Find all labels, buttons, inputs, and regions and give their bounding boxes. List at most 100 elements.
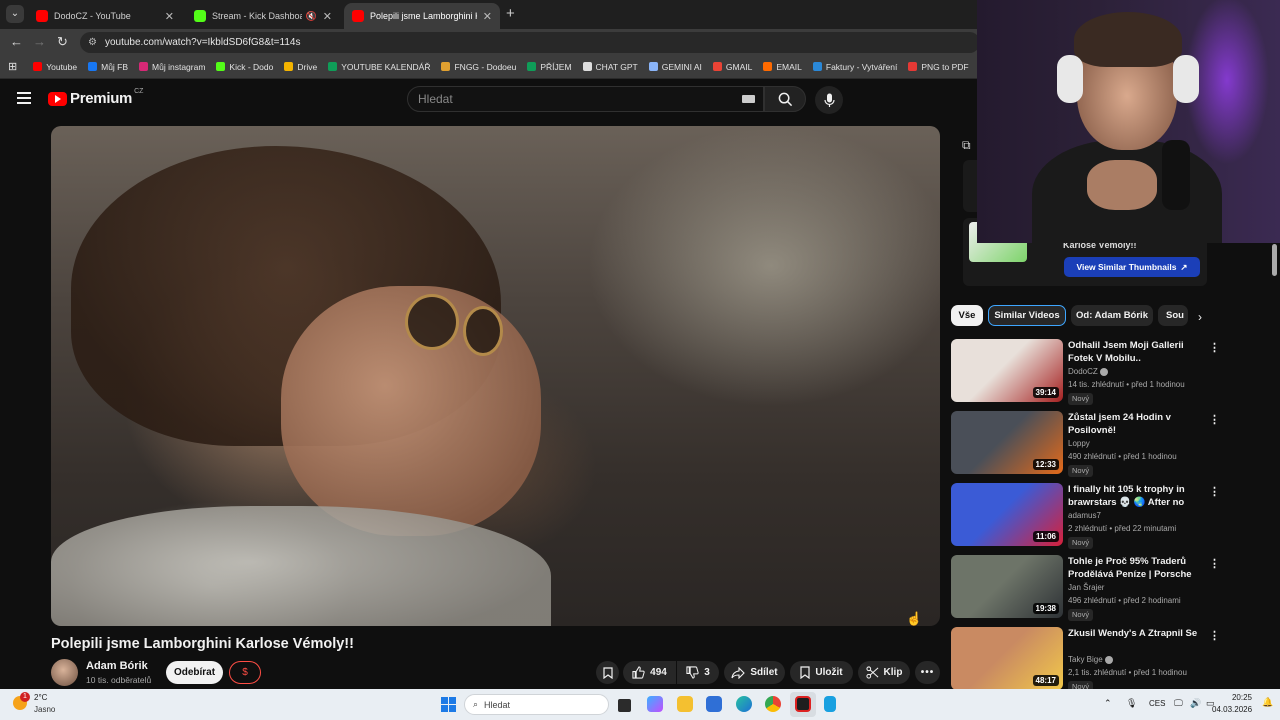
- close-tab-icon[interactable]: ✕: [165, 10, 174, 23]
- recommended-channel-name[interactable]: Jan Šrajer: [1068, 583, 1104, 592]
- bookmark-item[interactable]: PŘÍJEM: [527, 62, 572, 72]
- more-actions-button[interactable]: •••: [915, 661, 940, 684]
- voice-search-button[interactable]: [815, 86, 843, 114]
- recommended-video-title[interactable]: Tohle je Proč 95% Traderů Prodělává Pení…: [1068, 555, 1206, 581]
- notepad-app-icon[interactable]: [824, 696, 836, 712]
- recommended-channel-name[interactable]: Loppy: [1068, 439, 1090, 448]
- capcut-app-icon[interactable]: [795, 696, 811, 712]
- chip-related[interactable]: Sou: [1158, 305, 1188, 326]
- close-tab-icon[interactable]: ✕: [323, 10, 332, 23]
- bookmark-item[interactable]: FNGG - Dodoeu: [441, 62, 516, 72]
- save-button[interactable]: Uložit: [790, 661, 853, 684]
- keyboard-icon[interactable]: [742, 95, 755, 103]
- clip-button[interactable]: Klip: [858, 661, 910, 684]
- muted-speaker-icon[interactable]: 🔇: [306, 11, 317, 22]
- microsoft-store-icon[interactable]: [706, 696, 722, 712]
- video-thumbnail[interactable]: 19:38: [951, 555, 1063, 618]
- chrome-browser-icon[interactable]: [765, 696, 781, 712]
- search-button[interactable]: [764, 86, 806, 112]
- donate-button[interactable]: $: [229, 661, 261, 684]
- recommended-channel-name[interactable]: DodoCZ: [1068, 367, 1108, 376]
- task-view-icon[interactable]: [618, 699, 631, 712]
- chip-similar-videos[interactable]: Similar Videos: [988, 305, 1066, 326]
- recommended-channel-name[interactable]: adamus7: [1068, 511, 1101, 520]
- input-language[interactable]: CES: [1149, 699, 1165, 708]
- copilot-icon[interactable]: [647, 696, 663, 712]
- recommended-video-title[interactable]: Zkusil Wendy's A Ztrapnil Se: [1068, 627, 1206, 640]
- tab-dodocz-youtube[interactable]: DodoCZ - YouTube ✕: [28, 3, 182, 29]
- bookmark-item[interactable]: CHAT GPT: [582, 62, 638, 72]
- channel-name[interactable]: Adam Bórik: [86, 660, 148, 672]
- clock-date[interactable]: 04.03.2026: [1212, 705, 1252, 714]
- reload-icon[interactable]: ↻: [57, 34, 68, 50]
- bookmark-item[interactable]: YOUTUBE KALENDÁŘ: [328, 62, 430, 72]
- more-vertical-icon[interactable]: ⋮: [1209, 413, 1220, 426]
- hamburger-menu-icon[interactable]: [17, 92, 31, 107]
- url-field[interactable]: ⚙ youtube.com/watch?v=IkbldSD6fG8&t=114s: [80, 32, 980, 53]
- tray-chevron-up-icon[interactable]: ⌃: [1104, 698, 1112, 709]
- recommended-video-title[interactable]: I finally hit 105 k trophy in brawrstars…: [1068, 483, 1206, 509]
- new-tab-plus-icon[interactable]: +: [506, 5, 515, 22]
- channel-avatar[interactable]: [51, 659, 78, 686]
- recommended-video-title[interactable]: Zůstal jsem 24 Hodin v Posilovně!: [1068, 411, 1206, 437]
- search-input[interactable]: Hledat: [407, 86, 764, 112]
- back-arrow-icon[interactable]: ←: [10, 34, 23, 49]
- scrollbar-thumb[interactable]: [1272, 244, 1277, 276]
- recommended-video[interactable]: 19:38 Tohle je Proč 95% Traderů Prodělává…: [951, 555, 1221, 621]
- bookmark-item[interactable]: Kick - Dodo: [216, 62, 273, 72]
- close-tab-icon[interactable]: ✕: [483, 10, 492, 23]
- more-vertical-icon[interactable]: ⋮: [1209, 557, 1220, 570]
- bookmark-item[interactable]: Faktury - Vytváření: [812, 62, 897, 72]
- site-info-icon[interactable]: ⚙: [88, 37, 97, 48]
- volume-icon[interactable]: 🔊: [1190, 698, 1201, 709]
- chevron-right-icon[interactable]: ›: [1198, 310, 1202, 324]
- bookmark-item[interactable]: GMAIL: [712, 62, 752, 72]
- start-windows-icon[interactable]: [441, 697, 456, 712]
- dislike-button[interactable]: 3: [677, 661, 719, 684]
- more-vertical-icon[interactable]: ⋮: [1209, 341, 1220, 354]
- recommended-video[interactable]: 39:14 Odhalil Jsem Moji Gallerii Fotek V …: [951, 339, 1221, 405]
- recommended-channel-name[interactable]: Taky Bige: [1068, 655, 1113, 664]
- file-explorer-icon[interactable]: [677, 696, 693, 712]
- bookmark-button[interactable]: [596, 661, 619, 684]
- chip-all[interactable]: Vše: [951, 305, 983, 326]
- bookmark-item[interactable]: Youtube: [33, 62, 77, 72]
- network-icon[interactable]: 🖵: [1174, 698, 1183, 709]
- forward-arrow-icon[interactable]: →: [33, 34, 46, 49]
- view-similar-thumbnails-button[interactable]: View Similar Thumbnails ↗: [1064, 257, 1200, 277]
- more-vertical-icon[interactable]: ⋮: [1209, 629, 1220, 642]
- bookmark-item[interactable]: EMAIL: [763, 62, 802, 72]
- subscribe-button[interactable]: Odebírat: [166, 661, 223, 684]
- bookmark-item[interactable]: Můj instagram: [139, 62, 205, 72]
- extension-panel-icon[interactable]: ⧉: [962, 138, 971, 153]
- tray-microphone-icon[interactable]: 🎙: [1126, 698, 1137, 709]
- bookmark-item[interactable]: Můj FB: [88, 62, 128, 72]
- clock-time[interactable]: 20:25: [1228, 693, 1252, 702]
- bookmark-item[interactable]: Drive: [284, 62, 317, 72]
- video-thumbnail[interactable]: 11:06: [951, 483, 1063, 546]
- tab-search-chevron-icon[interactable]: ⌄: [6, 5, 24, 23]
- tab-kick-dashboard[interactable]: Stream - Kick Dashboard 🔇 ✕: [186, 3, 340, 29]
- video-player[interactable]: [51, 126, 940, 626]
- apps-grid-icon[interactable]: ⊞: [8, 60, 17, 73]
- recommended-video[interactable]: 12:33 Zůstal jsem 24 Hodin v Posilovně! Lo…: [951, 411, 1221, 477]
- youtube-premium-logo[interactable]: Premium CZ: [48, 88, 143, 107]
- bookmark-item[interactable]: PNG to PDF: [908, 62, 969, 72]
- recommended-video[interactable]: 48:17 Zkusil Wendy's A Ztrapnil Se Taky Bi…: [951, 627, 1221, 693]
- share-button[interactable]: Sdílet: [724, 661, 785, 684]
- chip-from-channel[interactable]: Od: Adam Bórik: [1071, 305, 1153, 326]
- video-thumbnail[interactable]: 48:17: [951, 627, 1063, 690]
- notification-bell-icon[interactable]: 🔔: [1262, 697, 1273, 708]
- edge-browser-icon[interactable]: [736, 696, 752, 712]
- scrollbar[interactable]: [1270, 230, 1278, 690]
- tab-lamborghini-video[interactable]: Polepili jsme Lamborghini Karlo ✕: [344, 3, 500, 29]
- recommended-video[interactable]: 11:06 I finally hit 105 k trophy in brawr…: [951, 483, 1221, 549]
- bookmark-favicon-icon: [908, 62, 918, 71]
- recommended-video-title[interactable]: Odhalil Jsem Moji Gallerii Fotek V Mobil…: [1068, 339, 1206, 365]
- like-button[interactable]: 494: [623, 661, 676, 684]
- taskbar-search-input[interactable]: ⌕ Hledat: [464, 694, 609, 715]
- video-thumbnail[interactable]: 39:14: [951, 339, 1063, 402]
- video-thumbnail[interactable]: 12:33: [951, 411, 1063, 474]
- more-vertical-icon[interactable]: ⋮: [1209, 485, 1220, 498]
- bookmark-item[interactable]: GEMINI AI: [648, 62, 702, 72]
